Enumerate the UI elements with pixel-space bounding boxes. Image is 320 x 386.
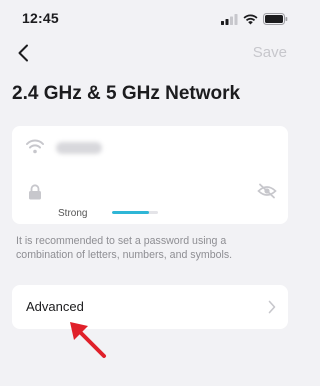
status-bar: 12:45 xyxy=(0,0,300,36)
chevron-right-icon xyxy=(268,300,276,319)
wifi-status-icon xyxy=(243,12,258,30)
network-name-field[interactable] xyxy=(56,142,102,154)
lock-icon xyxy=(28,184,42,205)
password-strength-label: Strong xyxy=(58,208,88,219)
credentials-card: Strong xyxy=(12,126,288,224)
battery-icon xyxy=(263,12,288,30)
page-title: 2.4 GHz & 5 GHz Network xyxy=(12,83,241,104)
password-field[interactable] xyxy=(56,180,246,202)
back-button[interactable] xyxy=(10,40,36,66)
password-strength-meter xyxy=(112,211,158,214)
status-icons xyxy=(221,12,288,30)
cellular-signal-icon xyxy=(221,12,238,30)
chevron-left-icon xyxy=(18,44,28,62)
advanced-settings-row[interactable]: Advanced xyxy=(12,285,288,329)
red-arrow-annotation xyxy=(64,316,110,367)
wifi-icon xyxy=(25,138,45,159)
network-settings-screen: 12:45 Save 2.4 GHz & 5 GHz Network Stron… xyxy=(0,0,300,386)
status-time: 12:45 xyxy=(22,10,59,26)
password-strength-fill xyxy=(112,211,149,214)
eye-slash-icon[interactable] xyxy=(257,183,277,204)
save-button[interactable]: Save xyxy=(253,44,287,61)
password-hint: It is recommended to set a password usin… xyxy=(16,235,233,261)
advanced-label: Advanced xyxy=(26,299,84,314)
